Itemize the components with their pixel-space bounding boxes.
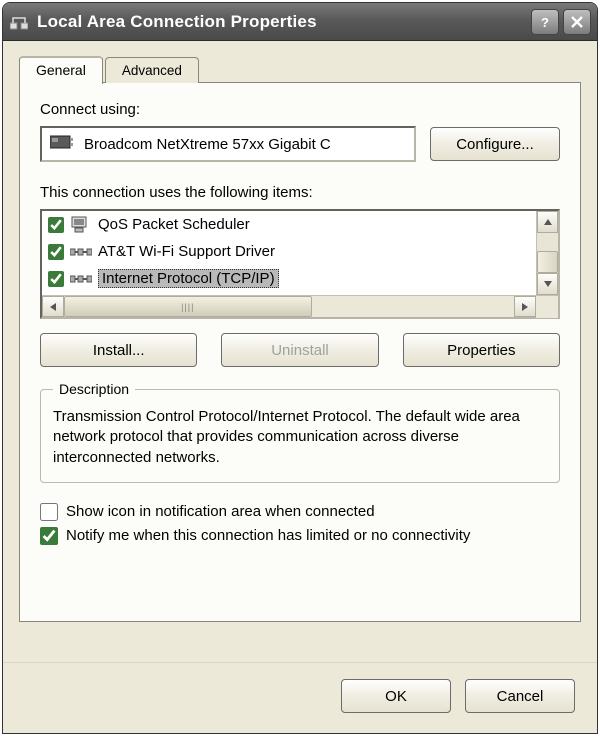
dialog-button-bar: OK Cancel: [3, 662, 597, 733]
uninstall-button: Uninstall: [221, 333, 378, 367]
scroll-up-button[interactable]: [537, 211, 558, 233]
tab-general[interactable]: General: [19, 56, 103, 84]
help-button[interactable]: ?: [531, 9, 559, 35]
vscroll-track[interactable]: [537, 233, 558, 251]
items-list[interactable]: QoS Packet Scheduler: [42, 211, 536, 295]
item-checkbox[interactable]: [48, 271, 64, 287]
item-buttons: Install... Uninstall Properties: [40, 333, 560, 367]
install-button[interactable]: Install...: [40, 333, 197, 367]
notify-limited-checkbox[interactable]: [40, 527, 58, 545]
horizontal-scrollbar[interactable]: ||||: [42, 295, 558, 317]
item-label: AT&T Wi-Fi Support Driver: [98, 243, 275, 260]
item-checkbox[interactable]: [48, 244, 64, 260]
dialog-content: General Advanced Connect using: Broadcom…: [3, 41, 597, 662]
properties-button[interactable]: Properties: [403, 333, 560, 367]
hscroll-track[interactable]: ||||: [64, 296, 514, 317]
description-text: Transmission Control Protocol/Internet P…: [53, 407, 547, 468]
network-card-icon: [50, 134, 74, 154]
tab-panel-general: Connect using: Broadcom NetXtreme 57xx G…: [19, 82, 581, 622]
tab-advanced[interactable]: Advanced: [105, 57, 199, 83]
item-label: QoS Packet Scheduler: [98, 216, 250, 233]
titlebar-buttons: ?: [531, 9, 591, 35]
show-icon-label: Show icon in notification area when conn…: [66, 503, 375, 520]
adapter-name: Broadcom NetXtreme 57xx Gigabit C: [84, 136, 331, 153]
hscroll-thumb[interactable]: ||||: [64, 296, 312, 317]
close-button[interactable]: [563, 9, 591, 35]
window-title: Local Area Connection Properties: [37, 12, 531, 32]
list-item[interactable]: Internet Protocol (TCP/IP): [42, 265, 536, 292]
vscroll-thumb[interactable]: [537, 251, 558, 273]
description-group: Description Transmission Control Protoco…: [40, 381, 560, 483]
protocol-icon: [70, 242, 92, 262]
notify-limited-option[interactable]: Notify me when this connection has limit…: [40, 527, 560, 545]
connect-using-label: Connect using:: [40, 101, 560, 118]
scroll-down-button[interactable]: [537, 273, 558, 295]
svg-text:?: ?: [541, 15, 549, 29]
properties-dialog: Local Area Connection Properties ? Gener…: [2, 2, 598, 734]
description-legend: Description: [53, 381, 135, 397]
scroll-corner: [536, 296, 558, 318]
vertical-scrollbar[interactable]: [536, 211, 558, 295]
adapter-row: Broadcom NetXtreme 57xx Gigabit C Config…: [40, 126, 560, 162]
protocol-icon: [70, 269, 92, 289]
notify-limited-label: Notify me when this connection has limit…: [66, 527, 470, 544]
ok-button[interactable]: OK: [341, 679, 451, 713]
adapter-field[interactable]: Broadcom NetXtreme 57xx Gigabit C: [40, 126, 416, 162]
configure-button[interactable]: Configure...: [430, 127, 560, 161]
scroll-left-button[interactable]: [42, 296, 64, 317]
list-item[interactable]: QoS Packet Scheduler: [42, 211, 536, 238]
items-label: This connection uses the following items…: [40, 184, 560, 201]
service-icon: [70, 215, 92, 235]
tabs-strip: General Advanced: [19, 55, 581, 83]
items-listbox: QoS Packet Scheduler: [40, 209, 560, 319]
show-icon-option[interactable]: Show icon in notification area when conn…: [40, 503, 560, 521]
cancel-button[interactable]: Cancel: [465, 679, 575, 713]
titlebar: Local Area Connection Properties ?: [3, 3, 597, 41]
scroll-right-button[interactable]: [514, 296, 536, 317]
item-checkbox[interactable]: [48, 217, 64, 233]
network-connection-icon: [9, 12, 29, 32]
list-item[interactable]: AT&T Wi-Fi Support Driver: [42, 238, 536, 265]
item-label: Internet Protocol (TCP/IP): [98, 269, 279, 288]
show-icon-checkbox[interactable]: [40, 503, 58, 521]
